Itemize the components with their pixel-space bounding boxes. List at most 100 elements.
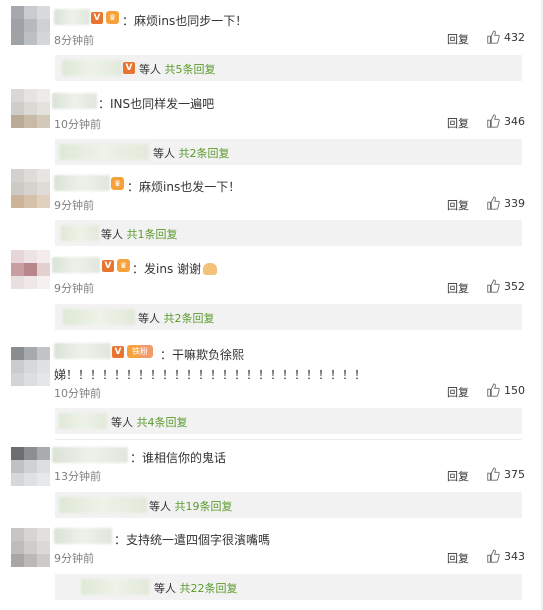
comment-text-line2: 娣！！！！！！！！！！！！！！！！！！！！！！！！！	[54, 368, 367, 382]
sub-replies-text: 等人 共5条回复	[139, 61, 216, 77]
avatar[interactable]	[11, 250, 50, 289]
sub-replies-users: 等人	[154, 582, 176, 595]
comment-list: V ♛ ：麻烦ins也同步一下！ 8分钟前 回复 432 V 等人 共5条回复 …	[0, 0, 543, 610]
verified-v-icon: V	[102, 259, 114, 272]
comment-time: 13分钟前	[54, 470, 101, 483]
username-blurred[interactable]	[54, 9, 90, 25]
like-count: 346	[504, 114, 525, 128]
sub-replies-bar[interactable]: 等人 共19条回复	[55, 492, 522, 518]
verified-v-icon: V	[91, 11, 103, 24]
sub-usernames-blurred	[59, 413, 107, 429]
sub-replies-count[interactable]: 共2条回复	[164, 312, 215, 325]
avatar[interactable]	[11, 89, 50, 128]
sub-replies-bar[interactable]: 等人 共1条回复	[55, 220, 522, 246]
avatar[interactable]	[11, 6, 50, 45]
reply-button[interactable]: 回复	[447, 384, 469, 400]
thumbs-up-icon	[487, 196, 500, 210]
sub-replies-text: 等人 共22条回复	[154, 580, 238, 596]
like-button[interactable]: 346	[486, 114, 525, 128]
fan-badge-icon: 铁粉	[127, 345, 153, 358]
reply-button[interactable]: 回复	[447, 550, 469, 566]
thumbs-up-icon	[487, 279, 500, 293]
like-button[interactable]: 375	[486, 467, 525, 481]
thumbs-up-icon	[487, 467, 500, 481]
user-badges: ♛	[111, 177, 124, 190]
sub-usernames-blurred	[62, 60, 122, 76]
sub-replies-bar[interactable]: 等人 共22条回复	[55, 574, 522, 600]
pray-emoji-icon	[203, 263, 218, 275]
sub-replies-bar[interactable]: 等人 共2条回复	[55, 304, 522, 330]
avatar[interactable]	[11, 447, 50, 486]
username-blurred[interactable]	[54, 343, 111, 359]
like-count: 343	[504, 549, 525, 563]
sub-replies-text: 等人 共2条回复	[138, 310, 215, 326]
like-button[interactable]: 352	[486, 279, 525, 293]
like-button[interactable]: 150	[486, 383, 525, 397]
sub-replies-text: 等人 共4条回复	[111, 414, 188, 430]
verified-v-icon: V	[112, 345, 124, 358]
avatar[interactable]	[11, 169, 50, 208]
like-count: 375	[504, 467, 525, 481]
sub-replies-bar[interactable]: 等人 共2条回复	[55, 139, 522, 165]
comment-text: ：INS也同样发一遍吧	[98, 97, 215, 111]
thumbs-up-icon	[487, 383, 500, 397]
divider	[55, 439, 522, 440]
username-blurred[interactable]	[52, 447, 128, 463]
sub-replies-count[interactable]: 共1条回复	[127, 228, 178, 241]
sub-replies-users: 等人	[153, 147, 175, 160]
fan-badge-icon: ♛	[111, 177, 124, 190]
sub-replies-count[interactable]: 共2条回复	[179, 147, 230, 160]
sub-replies-users: 等人	[101, 228, 123, 241]
comment-time: 9分钟前	[54, 552, 94, 565]
reply-button[interactable]: 回复	[447, 197, 469, 213]
user-badges: V 铁粉	[112, 345, 153, 358]
reply-button[interactable]: 回复	[447, 468, 469, 484]
comment-text: ：发ins 谢谢	[132, 260, 218, 277]
sub-replies-text: 等人 共1条回复	[101, 226, 178, 242]
username-blurred[interactable]	[52, 257, 100, 273]
sub-replies-count[interactable]: 共4条回复	[137, 416, 188, 429]
reply-button[interactable]: 回复	[447, 115, 469, 131]
sub-replies-count[interactable]: 共19条回复	[175, 500, 233, 513]
comment-text: ：谁相信你的鬼话	[130, 451, 227, 465]
comment-time: 8分钟前	[54, 34, 94, 47]
avatar[interactable]	[11, 347, 50, 386]
sub-usernames-blurred	[59, 497, 147, 513]
sub-replies-bar[interactable]: V 等人 共5条回复	[55, 55, 522, 81]
sub-replies-count[interactable]: 共5条回复	[165, 63, 216, 76]
username-blurred[interactable]	[52, 93, 97, 109]
comment-text: ：麻烦ins也发一下！	[127, 180, 241, 194]
comment-time: 10分钟前	[54, 387, 101, 400]
comment-text: ：支持统一遣四個字很濱嘴嗎	[114, 533, 271, 547]
user-badges: V ♛	[91, 11, 119, 24]
fan-badge-icon: ♛	[117, 259, 130, 272]
sub-replies-bar[interactable]: 等人 共4条回复	[55, 408, 522, 434]
comment-time: 9分钟前	[54, 282, 94, 295]
like-button[interactable]: 343	[486, 549, 525, 563]
like-count: 150	[504, 383, 525, 397]
sub-replies-users: 等人	[139, 63, 161, 76]
comment-time: 9分钟前	[54, 199, 94, 212]
sub-replies-users: 等人	[111, 416, 133, 429]
sub-replies-users: 等人	[149, 500, 171, 513]
verified-v-icon: V	[123, 62, 135, 74]
sub-replies-count[interactable]: 共22条回复	[180, 582, 238, 595]
username-blurred[interactable]	[54, 528, 112, 544]
comment-text: ：麻烦ins也同步一下！	[122, 14, 248, 28]
thumbs-up-icon	[487, 114, 500, 128]
fan-badge-icon: ♛	[106, 11, 119, 24]
like-button[interactable]: 432	[486, 30, 525, 44]
sub-replies-text: 等人 共19条回复	[149, 498, 233, 514]
like-button[interactable]: 339	[486, 196, 525, 210]
username-blurred[interactable]	[54, 175, 110, 191]
thumbs-up-icon	[487, 549, 500, 563]
reply-button[interactable]: 回复	[447, 280, 469, 296]
sub-replies-text: 等人 共2条回复	[153, 145, 230, 161]
sub-usernames-blurred	[59, 144, 149, 160]
comment-time: 10分钟前	[54, 118, 101, 131]
user-badges: V ♛	[102, 259, 130, 272]
like-count: 432	[504, 30, 525, 44]
avatar[interactable]	[11, 528, 50, 567]
reply-button[interactable]: 回复	[447, 31, 469, 47]
thumbs-up-icon	[487, 30, 500, 44]
